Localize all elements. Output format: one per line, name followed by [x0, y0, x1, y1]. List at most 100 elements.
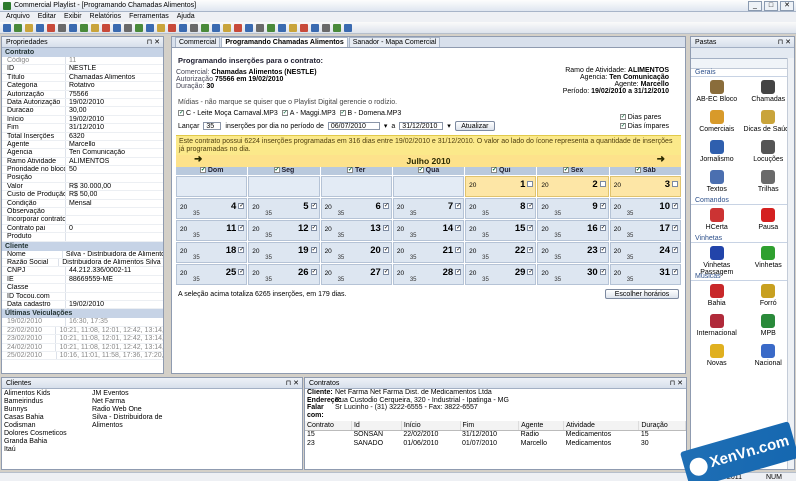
day-checkbox[interactable]: ✓ [671, 203, 678, 209]
escolher-horarios-button[interactable]: Escolher horários [605, 289, 679, 299]
calendar-day-cell[interactable]: 20 3 [609, 176, 681, 197]
toolbar-button-icon[interactable] [234, 23, 242, 32]
day-checkbox[interactable]: ✓ [238, 225, 244, 231]
day-checkbox[interactable]: ✓ [455, 203, 461, 209]
tab-programando[interactable]: Programando Chamadas Alimentos [221, 37, 348, 47]
client-item[interactable]: Silva - Distribuidora de Alimentos [92, 414, 180, 430]
calendar-day-cell[interactable]: 20 13 ✓ 35 [320, 220, 392, 241]
property-row[interactable]: 25/02/2010 10:16, 11:01, 11:58, 17:36, 17… [2, 351, 163, 361]
property-row[interactable]: 23/02/2010 10:21, 11:08, 12:01, 12:42, 13… [2, 335, 163, 344]
calendar-day-cell[interactable]: 20 26 ✓ 35 [248, 264, 320, 285]
toolbar-button-icon[interactable] [190, 23, 198, 32]
menu-ferramentas[interactable]: Ferramentas [129, 12, 169, 22]
tab-sanador[interactable]: Sanador - Mapa Comercial [348, 37, 441, 47]
property-row[interactable]: Condição Mensal [2, 199, 163, 209]
calendar-dropdown-icon[interactable]: ▾ [384, 122, 388, 130]
toolbar-button-icon[interactable] [146, 23, 154, 32]
calendar-dropdown-icon[interactable]: ▾ [447, 122, 451, 130]
calendar-day-cell[interactable]: 20 6 ✓ 35 [320, 198, 392, 219]
client-item[interactable]: Alimentos Kids [4, 390, 92, 398]
day-header[interactable]: ✓ Seg [248, 167, 320, 175]
menu-ajuda[interactable]: Ajuda [177, 12, 195, 22]
property-row[interactable]: Agencia Ten Comunicação [2, 149, 163, 158]
day-checkbox[interactable] [527, 181, 534, 187]
property-row[interactable]: ID NESTLE [2, 65, 163, 74]
contracts-col-header[interactable]: Agente [518, 421, 565, 431]
calendar-day-cell[interactable]: 20 1 [465, 176, 537, 197]
day-checkbox[interactable]: ✓ [527, 225, 533, 231]
pasta-item[interactable]: Internacional [691, 311, 743, 341]
client-item[interactable]: Bunnys [4, 406, 92, 414]
day-checkbox[interactable]: ✓ [599, 269, 606, 275]
toolbar-button-icon[interactable] [245, 23, 253, 32]
property-row[interactable]: Contrato pai 0 [2, 224, 163, 234]
day-checkbox[interactable]: ✓ [382, 225, 389, 231]
contracts-col-header[interactable]: Início [401, 421, 461, 431]
day-header[interactable]: ✓ Dom [176, 167, 248, 175]
calendar-day-cell[interactable]: 20 12 ✓ 35 [248, 220, 320, 241]
toolbar-button-icon[interactable] [47, 23, 55, 32]
toolbar-button-icon[interactable] [278, 23, 286, 32]
day-checkbox[interactable]: ✓ [671, 247, 678, 253]
menu-relatorios[interactable]: Relatórios [90, 12, 122, 22]
contracts-col-header[interactable]: Id [351, 421, 402, 431]
client-item[interactable]: Itaú [4, 446, 92, 454]
calendar-day-cell[interactable]: 20 11 ✓ 35 [176, 220, 248, 241]
day-checkbox[interactable]: ✓ [310, 247, 317, 253]
day-checkbox[interactable]: ✓ [527, 203, 533, 209]
pasta-item[interactable]: Comerciais [691, 107, 743, 137]
toolbar-button-icon[interactable] [256, 23, 264, 32]
calendar-day-cell[interactable]: 20 14 ✓ 35 [392, 220, 465, 241]
calendar-day-cell[interactable]: 20 28 ✓ 35 [392, 264, 465, 285]
toolbar-button-icon[interactable] [223, 23, 231, 32]
tab-commercial[interactable]: Commercial [175, 37, 221, 47]
calendar-day-cell[interactable]: 20 29 ✓ 35 [465, 264, 537, 285]
client-item[interactable]: Net Farma [92, 398, 180, 406]
property-row[interactable]: Produto [2, 233, 163, 242]
toolbar-button-icon[interactable] [36, 23, 44, 32]
toolbar-button-icon[interactable] [344, 23, 352, 32]
property-row[interactable]: Total Inserções 6320 [2, 132, 163, 141]
calendar-day-cell[interactable]: 20 4 ✓ 35 [176, 198, 248, 219]
day-header-checkbox[interactable]: ✓ [634, 167, 641, 174]
calendar-day-cell[interactable]: 20 9 ✓ 35 [537, 198, 609, 219]
toolbar-button-icon[interactable] [58, 23, 66, 32]
pasta-item[interactable]: Textos [691, 167, 743, 197]
day-header-checkbox[interactable]: ✓ [199, 167, 206, 174]
day-checkbox[interactable]: ✓ [238, 269, 244, 275]
property-row[interactable]: Data cadastro 19/02/2010 [2, 300, 163, 310]
toolbar-button-icon[interactable] [157, 23, 165, 32]
day-header[interactable]: ✓ Qui [465, 167, 537, 175]
toolbar-button-icon[interactable] [102, 23, 110, 32]
pin-icon[interactable]: ⊓ ✕ [286, 378, 299, 389]
day-checkbox[interactable]: ✓ [455, 247, 461, 253]
toolbar-button-icon[interactable] [80, 23, 88, 32]
day-header[interactable]: ✓ Qua [392, 167, 465, 175]
day-header-checkbox[interactable]: ✓ [562, 167, 569, 174]
pin-icon[interactable]: ⊓ ✕ [147, 37, 160, 48]
day-checkbox[interactable]: ✓ [671, 269, 678, 275]
property-row[interactable]: Início 19/02/2010 [2, 115, 163, 125]
property-row[interactable]: Fim 31/12/2010 [2, 124, 163, 133]
property-row[interactable]: Título Chamadas Alimentos [2, 73, 163, 83]
property-row[interactable]: 22/02/2010 10:21, 11:08, 12:01, 12:42, 13… [2, 326, 163, 336]
toolbar-button-icon[interactable] [289, 23, 297, 32]
toolbar-button-icon[interactable] [14, 23, 22, 32]
pastas-scrollbar[interactable] [787, 58, 794, 469]
toolbar-button-icon[interactable] [201, 23, 209, 32]
property-row[interactable]: Código 11 [2, 57, 163, 66]
contracts-col-header[interactable]: Duração [638, 421, 686, 431]
calendar-day-cell[interactable]: 20 15 ✓ 35 [465, 220, 537, 241]
property-row[interactable]: 19/02/2010 16:30, 17:35 [2, 318, 163, 327]
toolbar-button-icon[interactable] [300, 23, 308, 32]
property-row[interactable]: ID Tocou.com [2, 292, 163, 301]
day-header[interactable]: ✓ Ter [320, 167, 392, 175]
day-checkbox[interactable]: ✓ [455, 225, 461, 231]
property-row[interactable]: Custo de Produção R$ 50,00 [2, 191, 163, 200]
toolbar-button-icon[interactable] [3, 23, 11, 32]
midia-checkbox[interactable]: ✓ [281, 110, 288, 117]
calendar-day-cell[interactable]: 20 31 ✓ 35 [609, 264, 681, 285]
client-item[interactable]: Radio Web One [92, 406, 180, 414]
calendar-day-cell[interactable]: 20 7 ✓ 35 [392, 198, 465, 219]
toolbar-button-icon[interactable] [311, 23, 319, 32]
